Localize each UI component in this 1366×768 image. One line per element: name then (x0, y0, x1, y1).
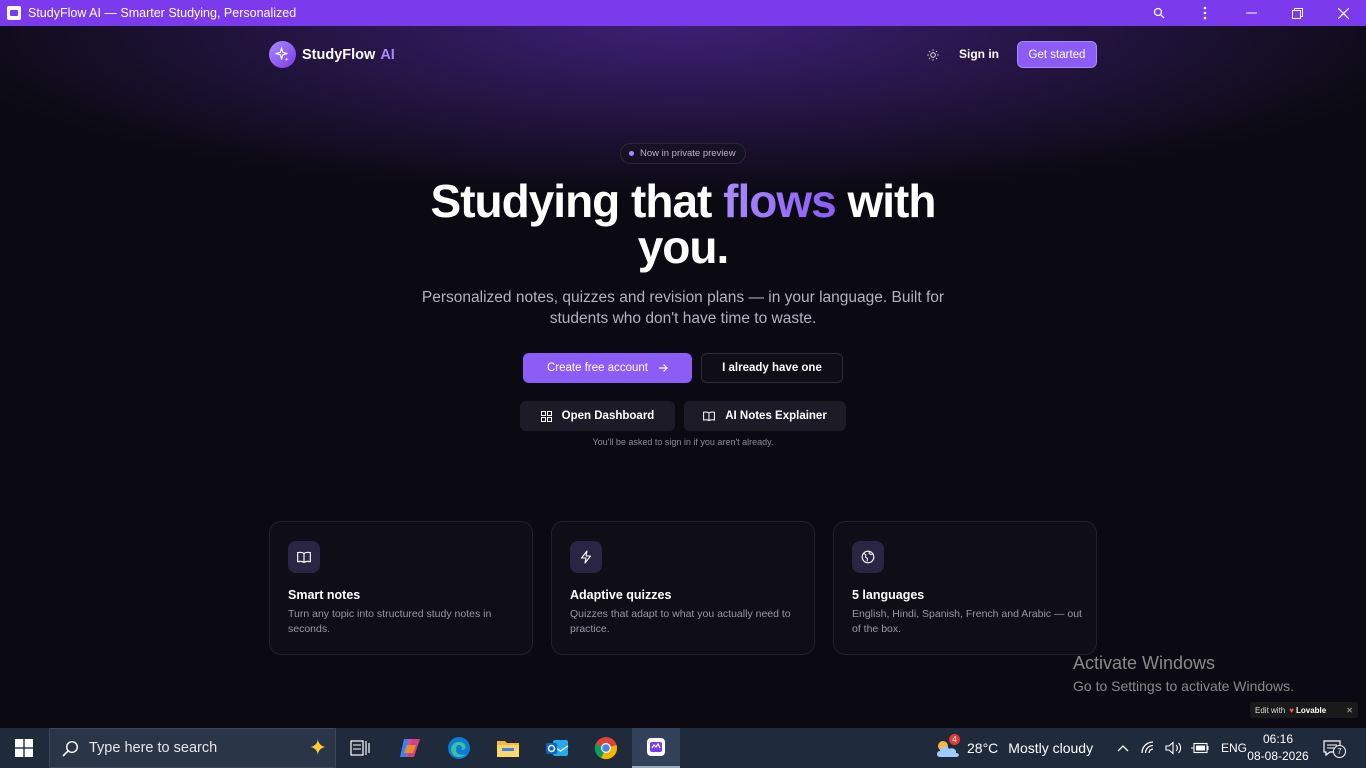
search-placeholder: Type here to search (89, 740, 218, 756)
more-options-icon[interactable] (1182, 0, 1228, 26)
task-view-icon[interactable] (336, 728, 384, 768)
activate-subtitle: Go to Settings to activate Windows. (1073, 678, 1294, 694)
feature-description: Quizzes that adapt to what you actually … (570, 608, 791, 635)
feature-description: English, Hindi, Spanish, French and Arab… (852, 608, 1082, 635)
signin-hint: You'll be asked to sign in if you aren't… (592, 437, 774, 447)
ai-notes-explainer-button[interactable]: AI Notes Explainer (684, 401, 846, 431)
studyflow-app-icon[interactable] (632, 728, 680, 768)
taskbar-search-input[interactable]: Type here to search ✦ (49, 728, 336, 768)
hero-title-part1: Studying that (430, 175, 724, 227)
clock[interactable]: 06:16 08-08-2026 (1244, 731, 1312, 765)
feature-title: Smart notes (288, 588, 361, 602)
network-icon[interactable] (1141, 741, 1157, 755)
lovable-heart-icon: ♥ (1289, 705, 1294, 715)
activate-title: Activate Windows (1073, 653, 1216, 673)
weather-alert-badge: 4 (949, 734, 960, 745)
system-tray: ENG (1115, 728, 1247, 768)
file-explorer-icon[interactable] (484, 728, 532, 768)
book-icon (288, 541, 320, 573)
temperature: 28°C (967, 740, 999, 756)
windows-start-icon[interactable] (0, 728, 48, 768)
edge-browser-icon[interactable] (435, 728, 483, 768)
feature-title: Adaptive quizzes (570, 588, 672, 602)
feature-card-smart-notes: Smart notes Turn any topic into structur… (269, 521, 533, 655)
open-dashboard-label: Open Dashboard (561, 410, 655, 422)
hero-title: Studying that flows with you. (383, 178, 983, 270)
brand[interactable]: StudyFlow AI (269, 41, 395, 68)
volume-icon[interactable] (1165, 741, 1183, 755)
book-open-icon (703, 411, 716, 421)
preview-badge: Now in private preview (620, 143, 746, 164)
feature-card-adaptive-quizzes: Adaptive quizzes Quizzes that adapt to w… (551, 521, 815, 655)
open-dashboard-button[interactable]: Open Dashboard (520, 401, 675, 431)
close-icon[interactable]: ✕ (1346, 706, 1353, 715)
brand-suffix: AI (380, 46, 395, 63)
chevron-up-icon[interactable] (1115, 744, 1131, 752)
theme-toggle-sun-icon[interactable] (925, 47, 941, 63)
hero-subtitle: Personalized notes, quizzes and revision… (421, 289, 945, 327)
weather-description: Mostly cloudy (1008, 740, 1094, 756)
minimize-button[interactable] (1228, 0, 1274, 26)
badge-dot (629, 151, 634, 156)
ai-notes-explainer-label: AI Notes Explainer (725, 410, 827, 422)
weather-widget[interactable]: 4 28°C Mostly cloudy (934, 728, 1093, 768)
sparkles-icon (269, 41, 296, 68)
feature-description: Turn any topic into structured study not… (288, 608, 492, 635)
top-nav: StudyFlow AI Sign in Get started (269, 41, 1097, 69)
lovable-name: Lovable (1295, 705, 1327, 715)
feature-title: 5 languages (852, 588, 925, 602)
existing-account-button[interactable]: I already have one (701, 353, 843, 383)
dashboard-icon (540, 410, 552, 422)
zoom-icon[interactable] (1136, 0, 1182, 26)
copilot-icon[interactable] (386, 728, 434, 768)
globe-icon (852, 541, 884, 573)
sign-in-link[interactable]: Sign in (959, 47, 999, 61)
search-icon (62, 740, 79, 757)
copilot-sparkle-icon: ✦ (308, 735, 327, 760)
clock-time: 06:16 (1262, 732, 1294, 746)
lovable-prefix: Edit with (1255, 705, 1286, 715)
notification-count-badge: 7 (1333, 745, 1346, 758)
lightning-icon (570, 541, 602, 573)
notifications-icon[interactable]: 7 (1322, 728, 1346, 768)
hero-title-accent: flows (723, 175, 837, 227)
arrow-right-icon (658, 363, 668, 373)
feature-card-languages: 5 languages English, Hindi, Spanish, Fre… (833, 521, 1097, 655)
cloud-icon: 4 (934, 734, 962, 759)
battery-icon[interactable] (1191, 742, 1209, 754)
app-icon (7, 6, 21, 20)
restore-button[interactable] (1274, 0, 1320, 26)
outlook-icon[interactable] (533, 728, 581, 768)
brand-name: StudyFlow (302, 46, 376, 63)
chrome-icon[interactable] (582, 728, 630, 768)
activate-windows-watermark: Activate Windows Go to Settings to activ… (1073, 653, 1294, 694)
clock-date: 08-08-2026 (1247, 749, 1309, 763)
get-started-button[interactable]: Get started (1017, 41, 1097, 68)
badge-text: Now in private preview (640, 148, 736, 159)
window-title: StudyFlow AI — Smarter Studying, Persona… (28, 6, 297, 20)
create-account-label: Create free account (546, 362, 648, 374)
close-button[interactable] (1320, 0, 1366, 26)
window-titlebar: StudyFlow AI — Smarter Studying, Persona… (0, 0, 1366, 26)
edit-with-lovable-badge[interactable]: Edit with ♥ Lovable ✕ (1250, 702, 1358, 718)
page-content: StudyFlow AI Sign in Get started Now in … (0, 26, 1366, 728)
taskbar: Type here to search ✦ 4 28°C Mostly clou… (0, 728, 1366, 768)
create-account-button[interactable]: Create free account (523, 353, 692, 383)
